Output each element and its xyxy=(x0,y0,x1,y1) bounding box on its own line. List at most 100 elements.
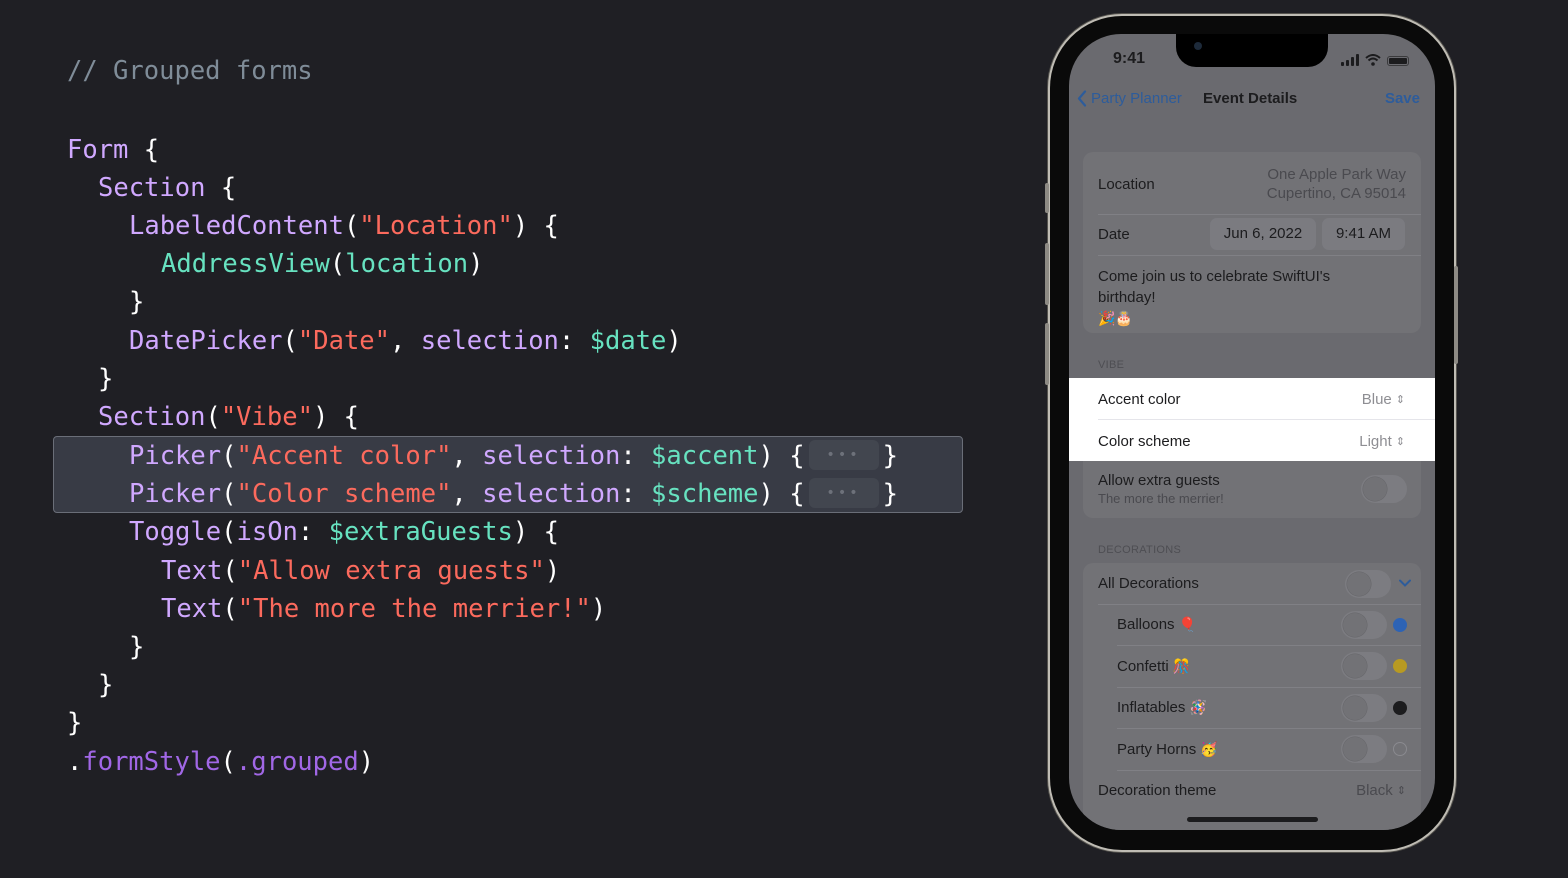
decoration-name: Inflatables xyxy=(1117,699,1186,716)
collapsed-code-button[interactable]: ••• xyxy=(808,440,879,470)
code-token: location xyxy=(345,249,469,279)
code-token: ) { xyxy=(512,211,559,241)
save-button[interactable]: Save xyxy=(1385,90,1420,107)
code-line-brace: } xyxy=(129,632,145,662)
code-comment: // Grouped forms xyxy=(67,56,313,86)
code-line-brace: } xyxy=(67,708,83,738)
inflatables-toggle[interactable] xyxy=(1341,694,1387,722)
decorations-section-header: DECORATIONS xyxy=(1098,544,1182,556)
confetti-toggle[interactable] xyxy=(1341,652,1387,680)
description-text[interactable]: Come join us to celebrate SwiftUI's birt… xyxy=(1098,266,1421,329)
decoration-theme-picker[interactable]: Black ⇕ xyxy=(1356,782,1406,799)
code-line-section-vibe: Section("Vibe") { xyxy=(98,398,359,436)
code-token: { xyxy=(128,135,160,165)
code-line-toggle: Toggle(isOn: $extraGuests) { xyxy=(129,513,559,551)
all-decorations-toggle[interactable] xyxy=(1345,570,1391,598)
separator xyxy=(1117,770,1421,771)
code-line-brace: } xyxy=(129,287,145,317)
time-picker-button[interactable]: 9:41 AM xyxy=(1322,218,1405,250)
description-line: Come join us to celebrate SwiftUI's xyxy=(1098,268,1331,285)
details-section: Location One Apple Park Way Cupertino, C… xyxy=(1083,152,1421,333)
balloons-toggle[interactable] xyxy=(1341,611,1387,639)
code-token: : xyxy=(297,517,329,547)
code-token: ( xyxy=(282,326,298,356)
signal-icon xyxy=(1341,54,1359,66)
accent-color-picker[interactable]: Blue ⇕ xyxy=(1362,391,1405,408)
code-token: Picker xyxy=(129,479,222,509)
code-token: $date xyxy=(589,326,667,356)
navigation-bar: Party Planner Event Details Save xyxy=(1069,90,1435,112)
code-token: "Allow extra guests" xyxy=(237,556,545,586)
decoration-theme-value: Black xyxy=(1356,782,1393,799)
code-line-addressview: AddressView(location) xyxy=(161,245,483,283)
code-token: . xyxy=(67,747,83,777)
code-token: "Accent color" xyxy=(236,441,452,471)
code-line-formstyle: .formStyle(.grouped) xyxy=(67,743,374,781)
vibe-section-header: VIBE xyxy=(1098,359,1125,371)
back-label: Party Planner xyxy=(1091,90,1182,107)
back-button[interactable]: Party Planner xyxy=(1077,90,1182,107)
balloon-icon: 🎈 xyxy=(1178,616,1197,632)
code-token: : xyxy=(558,326,590,356)
code-token: ) xyxy=(544,556,561,586)
code-line-picker-scheme: Picker("Color scheme", selection: $schem… xyxy=(129,475,898,513)
code-token: "Vibe" xyxy=(220,402,313,432)
code-line-form: Form { xyxy=(67,131,159,169)
code-token: ) xyxy=(468,249,484,279)
mute-switch xyxy=(1045,183,1049,213)
color-scheme-picker[interactable]: Light ⇕ xyxy=(1359,433,1405,450)
code-token: ) { xyxy=(758,479,805,509)
volume-up-button xyxy=(1045,243,1049,305)
description-line: birthday! xyxy=(1098,289,1156,306)
party-horns-toggle[interactable] xyxy=(1341,735,1387,763)
confetti-icon: 🎊 xyxy=(1172,658,1191,674)
code-token: : xyxy=(620,441,652,471)
code-token: ) xyxy=(666,326,682,356)
code-token: Section xyxy=(98,173,206,203)
chevron-down-icon[interactable] xyxy=(1399,579,1411,587)
code-token: , xyxy=(451,441,483,471)
code-token: .grouped xyxy=(235,747,359,777)
code-token: Form xyxy=(67,135,129,165)
pinata-icon: 🪅 xyxy=(1189,699,1207,715)
address-view: One Apple Park Way Cupertino, CA 95014 xyxy=(1267,165,1406,203)
code-token: Text xyxy=(161,594,223,624)
code-token: formStyle xyxy=(82,747,221,777)
code-line-text-merrier: Text("The more the merrier!") xyxy=(161,590,606,628)
code-token: ( xyxy=(205,402,221,432)
code-token: ) xyxy=(590,594,607,624)
collapsed-code-button[interactable]: ••• xyxy=(808,478,879,508)
camera-icon xyxy=(1194,42,1202,50)
phone-screen: 9:41 Party Planner Event Details Save Lo… xyxy=(1069,34,1435,830)
code-token: $extraGuests xyxy=(328,517,513,547)
date-picker-button[interactable]: Jun 6, 2022 xyxy=(1210,218,1316,250)
separator xyxy=(1117,687,1421,688)
address-line-2: Cupertino, CA 95014 xyxy=(1266,185,1406,202)
notch xyxy=(1176,34,1328,67)
code-token: ) { xyxy=(758,441,805,471)
decoration-name: Confetti xyxy=(1117,658,1169,675)
vibe-highlight: Accent color Blue ⇕ Color scheme Light ⇕ xyxy=(1069,378,1435,461)
color-scheme-value: Light xyxy=(1359,433,1392,450)
code-line-brace: } xyxy=(98,670,114,700)
battery-icon xyxy=(1387,56,1409,66)
color-dot xyxy=(1393,742,1407,756)
code-token: ) xyxy=(358,747,375,777)
party-face-icon: 🥳 xyxy=(1200,741,1218,757)
extra-guests-row: Allow extra guests The more the merrier! xyxy=(1083,461,1421,518)
color-dot xyxy=(1393,659,1407,673)
chevron-left-icon xyxy=(1077,90,1087,107)
code-token: Picker xyxy=(129,441,222,471)
code-token: AddressView xyxy=(161,249,330,279)
nav-title: Event Details xyxy=(1203,90,1298,107)
code-line-section: Section { xyxy=(98,169,236,207)
code-token: "Date" xyxy=(297,326,391,356)
color-dot xyxy=(1393,618,1407,632)
home-indicator[interactable] xyxy=(1187,817,1318,822)
code-token: , xyxy=(451,479,483,509)
code-line-brace: } xyxy=(98,364,114,394)
code-token: ( xyxy=(222,556,238,586)
extra-guests-toggle[interactable] xyxy=(1361,475,1407,503)
code-token: DatePicker xyxy=(129,326,283,356)
separator xyxy=(1098,214,1421,215)
